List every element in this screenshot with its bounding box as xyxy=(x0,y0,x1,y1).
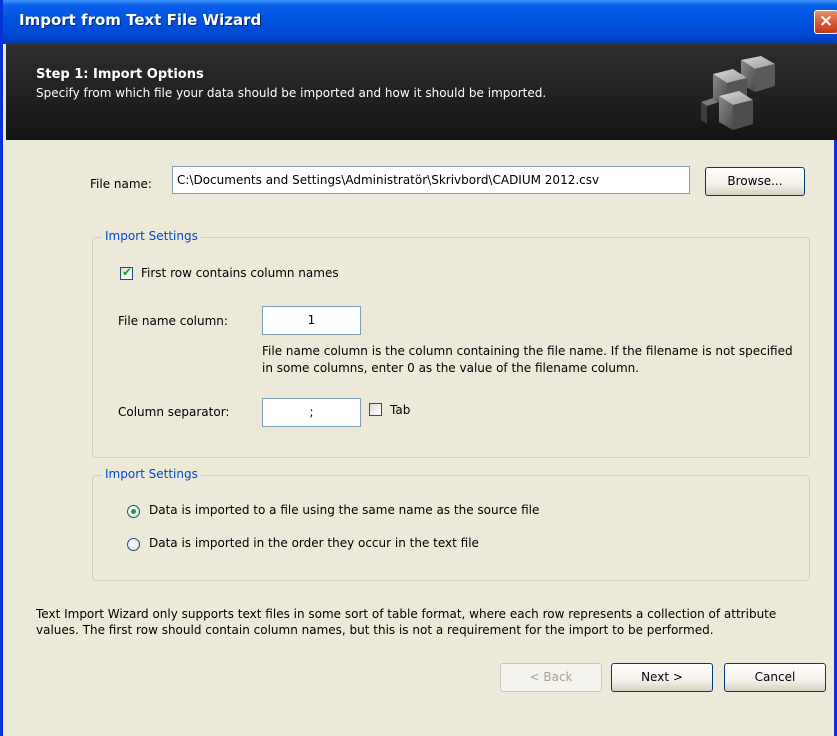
radio-same-name[interactable] xyxy=(127,505,140,518)
wizard-window: Import from Text File Wizard × Step 1: I… xyxy=(0,0,837,736)
file-name-column-label: File name column: xyxy=(118,314,228,328)
tab-checkbox-label[interactable]: Tab xyxy=(390,403,410,417)
file-name-column-help: File name column is the column containin… xyxy=(262,344,793,375)
radio-order-label[interactable]: Data is imported in the order they occur… xyxy=(149,536,479,550)
column-separator-field[interactable]: ; xyxy=(262,398,361,427)
file-name-column-field[interactable]: 1 xyxy=(262,306,361,335)
tab-checkbox[interactable] xyxy=(369,403,382,416)
import-mode-legend: Import Settings xyxy=(102,467,201,481)
step-description: Specify from which file your data should… xyxy=(36,86,547,100)
import-mode-group xyxy=(92,475,810,581)
next-button[interactable]: Next > xyxy=(611,663,713,692)
file-name-field[interactable]: C:\Documents and Settings\Administratör\… xyxy=(172,166,690,194)
close-icon[interactable]: × xyxy=(814,10,837,34)
footer-note: Text Import Wizard only supports text fi… xyxy=(36,607,777,637)
first-row-checkbox[interactable]: ✔ xyxy=(120,265,133,280)
step-title: Step 1: Import Options xyxy=(36,67,204,82)
radio-selected-dot xyxy=(131,509,136,514)
radio-order[interactable] xyxy=(127,538,140,551)
file-name-label: File name: xyxy=(90,177,152,191)
cube-stack-icon xyxy=(701,56,775,130)
browse-button[interactable]: Browse... xyxy=(705,167,805,196)
import-settings-legend: Import Settings xyxy=(102,229,201,243)
checkmark-icon: ✔ xyxy=(122,265,133,279)
radio-same-name-label[interactable]: Data is imported to a file using the sam… xyxy=(149,503,539,517)
first-row-checkbox-label[interactable]: First row contains column names xyxy=(141,266,339,280)
cancel-button[interactable]: Cancel xyxy=(724,663,826,692)
window-title: Import from Text File Wizard xyxy=(19,11,262,29)
title-bar[interactable]: Import from Text File Wizard × xyxy=(3,0,837,44)
column-separator-label: Column separator: xyxy=(118,405,230,419)
back-button[interactable]: < Back xyxy=(500,663,602,692)
